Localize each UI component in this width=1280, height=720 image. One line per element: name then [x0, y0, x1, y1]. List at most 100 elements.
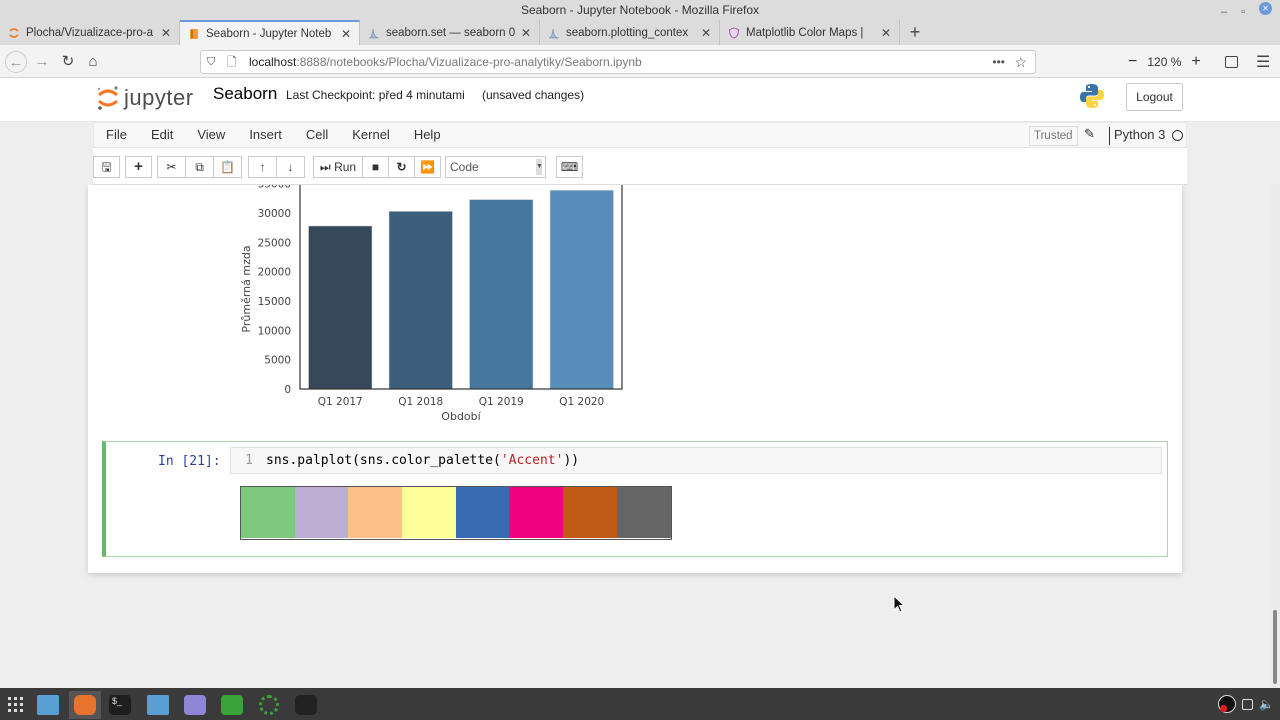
code-cell-selected[interactable]: In [21]: 1 sns.palplot(sns.color_palette…	[102, 441, 1168, 557]
close-tab-icon[interactable]: ✕	[701, 26, 711, 40]
notebook-icon	[190, 28, 198, 39]
tab-jupyter-tree[interactable]: Plocha/Vizualizace-pro-a ✕	[0, 20, 180, 45]
scrollbar-thumb[interactable]	[1273, 610, 1277, 684]
firefox-icon	[74, 695, 96, 715]
taskbar-show-desktop[interactable]	[32, 691, 64, 719]
menu-file[interactable]: File	[94, 123, 139, 147]
code-editor[interactable]: 1 sns.palplot(sns.color_palette('Accent'…	[230, 447, 1162, 474]
code-suffix: ))	[563, 453, 580, 468]
url-host: localhost	[249, 55, 297, 69]
reload-button[interactable]: ↻	[57, 51, 79, 73]
tab-seaborn-notebook[interactable]: Seaborn - Jupyter Noteb ✕	[180, 20, 360, 45]
palette-swatch	[402, 487, 456, 538]
close-tab-icon[interactable]: ✕	[881, 26, 891, 40]
notebook-container[interactable]: 0 5000 10000 15000 20000 25000 30000 35000 Q1 2…	[0, 185, 1270, 688]
close-tab-icon[interactable]: ✕	[341, 27, 351, 41]
zoom-controls: − 120 % +	[1128, 51, 1201, 73]
desktop-taskbar: $_ 🔈	[0, 688, 1280, 720]
bar	[469, 199, 534, 390]
y-tick-label: 20000	[258, 267, 291, 279]
menu-help[interactable]: Help	[402, 123, 453, 147]
save-button[interactable]: 🖫	[93, 156, 120, 178]
taskbar-terminal[interactable]: $_	[104, 691, 136, 719]
notebook-name[interactable]: Seaborn	[213, 84, 277, 104]
interrupt-button[interactable]: ■	[362, 156, 389, 178]
menu-insert[interactable]: Insert	[237, 123, 294, 147]
arrow-down-icon: ↓	[287, 160, 294, 174]
bookmark-star-icon[interactable]: ☆	[1014, 51, 1027, 73]
menu-cell[interactable]: Cell	[294, 123, 340, 147]
y-tick-label: 35000	[258, 185, 291, 191]
maximize-button[interactable]: ▫	[1241, 2, 1245, 22]
zoom-level[interactable]: 120 %	[1147, 51, 1181, 73]
code-string: 'Accent'	[500, 453, 564, 468]
notebook-toolbar: 🖫 + ✂ ⧉ 📋 ↑ ↓ ⏭ Run ■ ↻ ⏩ Code ▼ ⌨	[93, 148, 1187, 185]
trusted-indicator[interactable]: Trusted	[1029, 126, 1078, 146]
home-button[interactable]: ⌂	[82, 51, 104, 73]
zoom-in-button[interactable]: +	[1191, 51, 1200, 73]
x-tick-label: Q1 2018	[398, 396, 443, 408]
taskbar-firefox[interactable]	[69, 691, 101, 719]
close-tab-icon[interactable]: ✕	[161, 26, 171, 40]
taskbar-update-manager[interactable]	[253, 691, 285, 719]
move-down-button[interactable]: ↓	[276, 156, 305, 178]
copy-button[interactable]: ⧉	[185, 156, 214, 178]
step-forward-icon: ⏭	[319, 160, 331, 174]
new-tab-button[interactable]: +	[900, 20, 930, 45]
taskbar-spreadsheet[interactable]	[216, 691, 248, 719]
seaborn-icon	[368, 28, 380, 38]
plus-icon: +	[134, 158, 143, 175]
jupyter-logo[interactable]: jupyter	[96, 84, 194, 112]
tab-seaborn-plotting-context[interactable]: seaborn.plotting_contex ✕	[540, 20, 720, 45]
cell-type-select[interactable]: Code ▼	[445, 156, 546, 178]
menu-kernel[interactable]: Kernel	[340, 123, 402, 147]
x-axis-ticks: Q1 2017 Q1 2018 Q1 2019 Q1 2020	[318, 396, 605, 408]
browser-tab-bar: Plocha/Vizualizace-pro-a ✕ Seaborn - Jup…	[0, 20, 1280, 45]
x-tick-label: Q1 2017	[318, 396, 363, 408]
tab-seaborn-set[interactable]: seaborn.set — seaborn 0 ✕	[360, 20, 540, 45]
taskbar-text-editor[interactable]	[179, 691, 211, 719]
page-scrollbar[interactable]	[1270, 185, 1280, 688]
move-up-button[interactable]: ↑	[248, 156, 277, 178]
scissors-icon: ✂	[166, 160, 177, 174]
bars	[308, 189, 614, 390]
close-tab-icon[interactable]: ✕	[521, 26, 531, 40]
run-button[interactable]: ⏭ Run	[313, 156, 363, 178]
restart-icon: ↻	[396, 160, 407, 174]
window-list-tray-icon[interactable]	[1242, 698, 1254, 710]
app-menu-button[interactable]	[0, 691, 32, 719]
obs-recording-tray-icon[interactable]	[1218, 695, 1237, 713]
hamburger-menu-icon[interactable]: ☰	[1256, 52, 1270, 72]
text-editor-icon	[184, 695, 206, 715]
minimize-button[interactable]: –	[1221, 2, 1227, 22]
page-actions-icon[interactable]: •••	[992, 51, 1005, 73]
zoom-out-button[interactable]: −	[1128, 51, 1137, 73]
logout-button[interactable]: Logout	[1126, 83, 1183, 111]
sidebar-toggle-icon[interactable]	[1225, 56, 1238, 68]
paste-icon: 📋	[220, 160, 235, 174]
command-palette-button[interactable]: ⌨	[556, 156, 583, 178]
menu-edit[interactable]: Edit	[139, 123, 185, 147]
save-icon: 🖫	[101, 160, 112, 174]
y-tick-label: 25000	[258, 237, 291, 249]
menu-view[interactable]: View	[185, 123, 237, 147]
close-window-button[interactable]: ✕	[1259, 2, 1272, 15]
volume-icon[interactable]: 🔈	[1259, 697, 1274, 711]
cut-button[interactable]: ✂	[157, 156, 186, 178]
page-info-icon[interactable]: 🗋	[227, 51, 237, 73]
paste-button[interactable]: 📋	[213, 156, 242, 178]
taskbar-obs[interactable]	[290, 691, 322, 719]
url-bar[interactable]: ⛉ 🗋 localhost:8888/notebooks/Plocha/Vizu…	[200, 50, 1036, 74]
tracking-shield-icon[interactable]: ⛉	[207, 51, 215, 73]
restart-run-all-button[interactable]: ⏩	[414, 156, 441, 178]
tab-title: Seaborn - Jupyter Noteb	[206, 27, 332, 40]
bar	[549, 189, 614, 390]
taskbar-files[interactable]	[142, 691, 174, 719]
window-title: Seaborn - Jupyter Notebook - Mozilla Fir…	[520, 3, 760, 17]
pencil-icon[interactable]: ✎	[1084, 126, 1095, 142]
insert-cell-button[interactable]: +	[125, 156, 152, 178]
forward-button[interactable]: →	[31, 51, 53, 73]
tab-matplotlib-color-maps[interactable]: Matplotlib Color Maps | ✕	[720, 20, 900, 45]
back-button[interactable]: ←	[5, 51, 27, 73]
restart-button[interactable]: ↻	[388, 156, 415, 178]
